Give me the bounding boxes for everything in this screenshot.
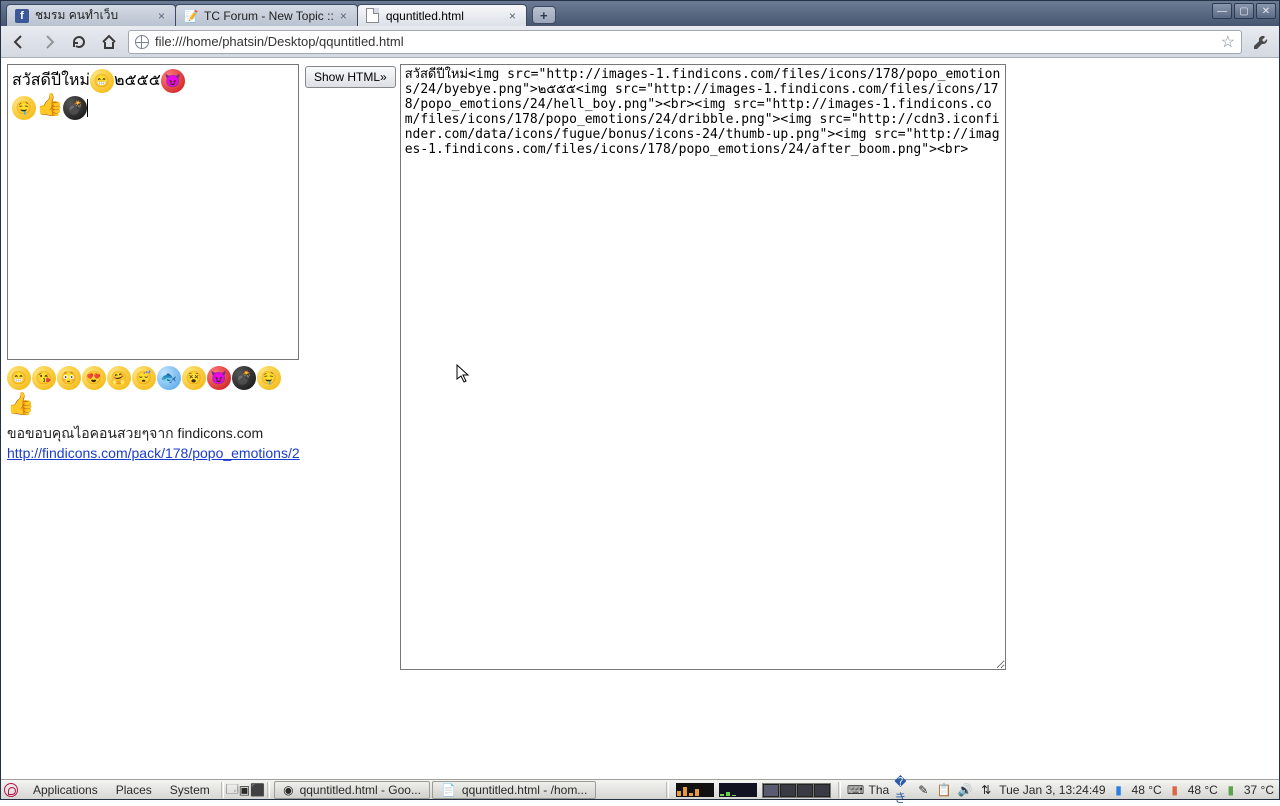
forward-button[interactable] (38, 31, 60, 53)
html-output-textarea[interactable] (400, 64, 1006, 670)
hellboy-emoji-icon: 😈 (161, 69, 185, 93)
emoji-button[interactable]: 😁 (7, 366, 31, 390)
close-icon[interactable]: × (509, 9, 516, 23)
emoji-button[interactable]: 🐟 (157, 366, 181, 390)
file-icon (366, 9, 380, 23)
tab-title: ชมรม คนทำเว็บ (35, 6, 152, 25)
places-menu[interactable]: Places (107, 780, 161, 800)
panel-separator (666, 782, 669, 798)
afterboom-emoji-icon: 💣 (63, 96, 87, 120)
dribble-emoji-icon: 🤤 (12, 96, 36, 120)
ime-label[interactable]: Tha (869, 783, 890, 797)
credits-link[interactable]: http://findicons.com/pack/178/popo_emoti… (7, 445, 300, 461)
cpu-monitor-icon[interactable] (719, 783, 757, 797)
emoji-button[interactable]: 😈 (207, 366, 231, 390)
panel-separator (221, 782, 224, 798)
volume-icon[interactable]: 🔊 (957, 782, 973, 798)
terminal-launcher-icon[interactable]: ▣ (239, 783, 250, 797)
address-bar[interactable]: file:///home/phatsin/Desktop/qquntitled.… (128, 30, 1242, 54)
url-text: file:///home/phatsin/Desktop/qquntitled.… (155, 34, 1215, 49)
task-title: qquntitled.html - /hom... (462, 783, 587, 797)
browser-tab[interactable]: qquntitled.html × (357, 4, 527, 26)
emoji-button[interactable]: 🤗 (107, 366, 131, 390)
debian-logo-icon[interactable] (4, 783, 18, 797)
emoji-button[interactable]: 😵 (182, 366, 206, 390)
byebye-emoji-icon: 😁 (90, 69, 114, 93)
browser-tab[interactable]: f ชมรม คนทำเว็บ × (6, 4, 176, 26)
pen-icon[interactable]: ✎ (915, 782, 931, 798)
site-icon: 📝 (184, 9, 198, 23)
applications-menu[interactable]: Applications (24, 780, 107, 800)
home-button[interactable] (98, 31, 120, 53)
keyboard-layout-indicator[interactable]: ⌨ (848, 782, 864, 798)
task-title: qquntitled.html - Goo... (300, 783, 421, 797)
temp-sensor-icon: ▮ (1167, 782, 1183, 798)
maximize-button[interactable]: ▢ (1234, 3, 1254, 19)
panel-clock[interactable]: Tue Jan 3, 13:24:49 (999, 783, 1105, 797)
show-html-button[interactable]: Show HTML» (305, 66, 396, 88)
taskbar-button[interactable]: 📄 qquntitled.html - /hom... (432, 781, 596, 799)
temp-sensor-icon: ▮ (1223, 782, 1239, 798)
network-icon[interactable]: ⇅ (978, 782, 994, 798)
show-desktop-icon[interactable]: 🗔 (226, 780, 239, 801)
emoji-button[interactable]: 💣 (232, 366, 256, 390)
chrome-icon: ◉ (283, 783, 293, 797)
globe-icon (135, 35, 149, 49)
emoji-button[interactable]: 👍 (7, 391, 34, 417)
emoji-palette: 😁 😘 😳 😍 🤗 😴 🐟 😵 😈 💣 🤤 👍 (7, 366, 299, 417)
emoji-button[interactable]: 😘 (32, 366, 56, 390)
editor-text: สวัสดีปีใหม่ (12, 72, 90, 89)
clipboard-icon[interactable]: 📋 (936, 782, 952, 798)
workspace-switcher[interactable] (762, 783, 831, 798)
close-icon[interactable]: × (158, 9, 165, 23)
reload-button[interactable] (68, 31, 90, 53)
browser-toolbar: file:///home/phatsin/Desktop/qquntitled.… (0, 26, 1280, 58)
temp-sensor-icon: ▮ (1111, 782, 1127, 798)
thumb-up-icon: 👍 (36, 93, 63, 117)
emoji-button[interactable]: 😍 (82, 366, 106, 390)
rich-text-editor[interactable]: สวัสดีปีใหม่😁๒๕๕๕😈 🤤👍💣 (7, 64, 299, 360)
text-caret (87, 99, 88, 117)
back-button[interactable] (8, 31, 30, 53)
system-menu[interactable]: System (161, 780, 219, 800)
bookmark-star-icon[interactable]: ☆ (1221, 32, 1235, 52)
credits-text: ขอขอบคุณไอคอนสวยๆจาก findicons.com (7, 425, 263, 441)
tab-title: qquntitled.html (386, 9, 503, 23)
emoji-button[interactable]: 😴 (132, 366, 156, 390)
taskbar-button[interactable]: ◉ qquntitled.html - Goo... (274, 781, 430, 799)
wrench-menu-button[interactable] (1250, 31, 1272, 53)
temp-reading: 48 °C (1132, 783, 1162, 797)
credits-block: ขอขอบคุณไอคอนสวยๆจาก findicons.com http:… (7, 423, 299, 461)
emoji-button[interactable]: 🤤 (257, 366, 281, 390)
network-monitor-icon[interactable] (676, 783, 714, 797)
panel-separator (838, 782, 841, 798)
panel-separator (267, 782, 270, 798)
close-icon[interactable]: × (340, 9, 347, 23)
browser-tab-bar: f ชมรม คนทำเว็บ × 📝 TC Forum - New Topic… (0, 0, 1280, 26)
emoji-button[interactable]: 😳 (57, 366, 81, 390)
minimize-button[interactable]: — (1212, 3, 1232, 19)
facebook-icon: f (15, 9, 29, 23)
new-tab-button[interactable]: + (532, 6, 556, 24)
tab-title: TC Forum - New Topic :: (204, 9, 334, 23)
bluetooth-icon[interactable]: �き (894, 782, 910, 798)
temp-reading: 48 °C (1188, 783, 1218, 797)
desktop-panel: Applications Places System 🗔 ▣ ⬛ ◉ qqunt… (0, 779, 1280, 800)
close-window-button[interactable]: ✕ (1256, 3, 1276, 19)
browser-tab[interactable]: 📝 TC Forum - New Topic :: × (175, 4, 358, 26)
gedit-icon: 📄 (441, 783, 456, 797)
app-launcher-icon[interactable]: ⬛ (250, 783, 265, 797)
editor-text: ๒๕๕๕ (114, 72, 161, 89)
temp-reading: 37 °C (1244, 783, 1274, 797)
